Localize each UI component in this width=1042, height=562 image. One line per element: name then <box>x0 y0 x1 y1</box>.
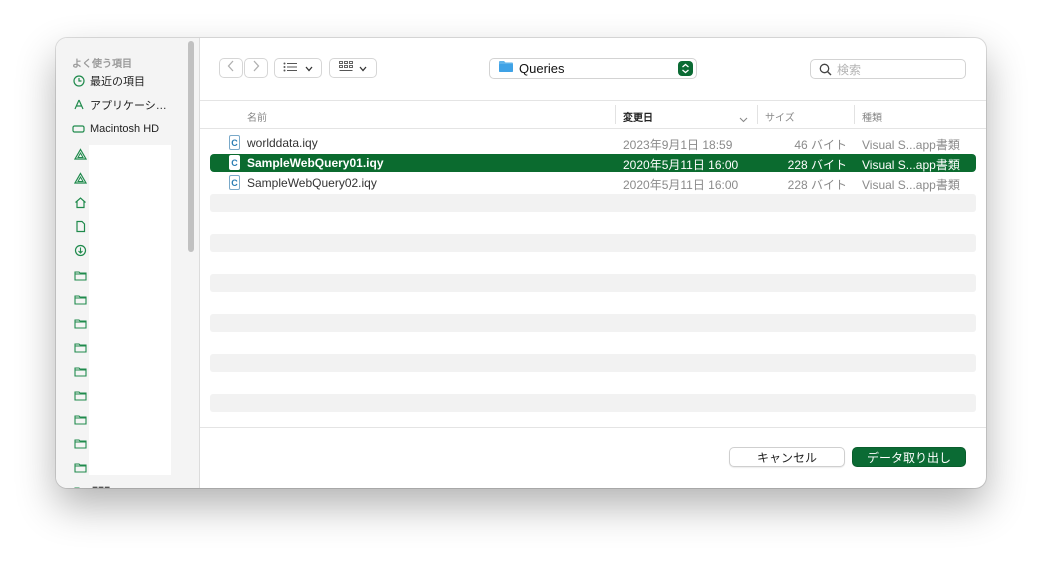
footer-divider <box>200 427 986 428</box>
file-kind: Visual S...app書類 <box>862 178 960 192</box>
iqy-file-icon: C <box>229 135 240 150</box>
iqy-file-icon: C <box>229 155 240 170</box>
document-icon[interactable] <box>74 220 87 233</box>
chevron-down-icon <box>305 59 313 77</box>
disk-icon <box>72 123 85 136</box>
folder-icon[interactable] <box>74 316 87 329</box>
file-size: 228 バイト <box>787 158 847 172</box>
file-kind: Visual S...app書類 <box>862 138 960 152</box>
empty-row-stripe <box>210 194 976 212</box>
file-row[interactable]: C worlddata.iqy 2023年9月1日 18:59 46 バイト V… <box>210 134 976 152</box>
folder-icon[interactable] <box>74 412 87 425</box>
sidebar-section-title: よく使う項目 <box>72 59 132 70</box>
sidebar-hidden-area <box>89 145 171 475</box>
column-date[interactable]: 変更日 <box>623 109 653 124</box>
clock-icon <box>72 75 85 88</box>
sidebar-item-applications[interactable]: アプリケーシ… <box>72 96 167 114</box>
cancel-button[interactable]: キャンセル <box>729 447 845 467</box>
folder-icon[interactable] <box>74 364 87 377</box>
folder-icon[interactable] <box>74 484 87 488</box>
list-view-icon <box>283 59 299 77</box>
sidebar-item-recents[interactable]: 最近の項目 <box>72 72 145 90</box>
file-name: worlddata.iqy <box>247 136 318 150</box>
back-button[interactable] <box>219 58 243 78</box>
sidebar-item-macintosh-hd[interactable]: Macintosh HD <box>72 120 159 138</box>
column-header: 名前 変更日 サイズ 種類 <box>200 100 986 129</box>
download-icon[interactable] <box>74 244 87 257</box>
file-name: SampleWebQuery01.iqy <box>247 156 384 170</box>
import-data-button[interactable]: データ取り出し <box>852 447 966 467</box>
applications-icon <box>72 99 85 112</box>
empty-row-stripe <box>210 354 976 372</box>
folder-icon[interactable] <box>74 388 87 401</box>
file-date: 2020年5月11日 16:00 <box>623 178 739 192</box>
icon-view-button[interactable] <box>329 58 377 78</box>
icon-view-icon <box>339 59 353 77</box>
sidebar: よく使う項目 最近の項目 アプリケーシ… Macintosh HD <box>56 38 200 488</box>
iqy-file-icon: C <box>229 175 240 190</box>
file-row[interactable]: C SampleWebQuery02.iqy 2020年5月11日 16:00 … <box>210 174 976 192</box>
folder-icon[interactable] <box>74 268 87 281</box>
file-size: 46 バイト <box>794 138 847 152</box>
file-size: 228 バイト <box>787 178 847 192</box>
search-icon <box>819 63 832 76</box>
empty-row-stripe <box>210 314 976 332</box>
sidebar-item-label: アプリケーシ… <box>90 100 167 112</box>
folder-icon[interactable] <box>74 436 87 449</box>
chevron-right-icon <box>252 59 260 77</box>
column-kind[interactable]: 種類 <box>862 109 882 124</box>
chevron-down-icon <box>359 59 367 77</box>
empty-row-stripe <box>210 394 976 412</box>
chevron-left-icon <box>227 59 235 77</box>
column-divider <box>757 105 758 124</box>
google-drive-icon[interactable] <box>73 148 88 161</box>
file-date: 2020年5月11日 16:00 <box>623 158 739 172</box>
home-icon[interactable] <box>74 196 87 209</box>
sidebar-cut-label: ■■■ <box>92 484 110 488</box>
google-drive-icon[interactable] <box>73 172 88 185</box>
sidebar-item-label: 最近の項目 <box>90 76 145 88</box>
sidebar-item-label: Macintosh HD <box>90 123 160 135</box>
file-row-selected[interactable]: C SampleWebQuery01.iqy 2020年5月11日 16:00 … <box>210 154 976 172</box>
folder-icon[interactable] <box>74 292 87 305</box>
sidebar-scrollbar[interactable] <box>188 41 194 252</box>
column-name[interactable]: 名前 <box>247 109 267 124</box>
empty-row-stripe <box>210 274 976 292</box>
path-popup[interactable]: Queries <box>489 58 697 79</box>
empty-row-stripe <box>210 234 976 252</box>
column-divider <box>854 105 855 124</box>
file-kind: Visual S...app書類 <box>862 158 960 172</box>
column-divider <box>615 105 616 124</box>
stepper-icon <box>678 61 693 76</box>
list-view-button[interactable] <box>274 58 322 78</box>
folder-icon[interactable] <box>74 460 87 473</box>
open-file-dialog: よく使う項目 最近の項目 アプリケーシ… Macintosh HD Querie… <box>56 38 986 488</box>
forward-button[interactable] <box>244 58 268 78</box>
folder-icon <box>498 60 514 78</box>
sort-chevron-icon <box>739 110 748 128</box>
search-input[interactable]: 検索 <box>810 59 966 79</box>
file-date: 2023年9月1日 18:59 <box>623 138 733 152</box>
path-popup-label: Queries <box>519 61 565 76</box>
file-name: SampleWebQuery02.iqy <box>247 176 377 190</box>
column-size[interactable]: サイズ <box>765 109 795 124</box>
folder-icon[interactable] <box>74 340 87 353</box>
search-placeholder: 検索 <box>837 62 862 77</box>
